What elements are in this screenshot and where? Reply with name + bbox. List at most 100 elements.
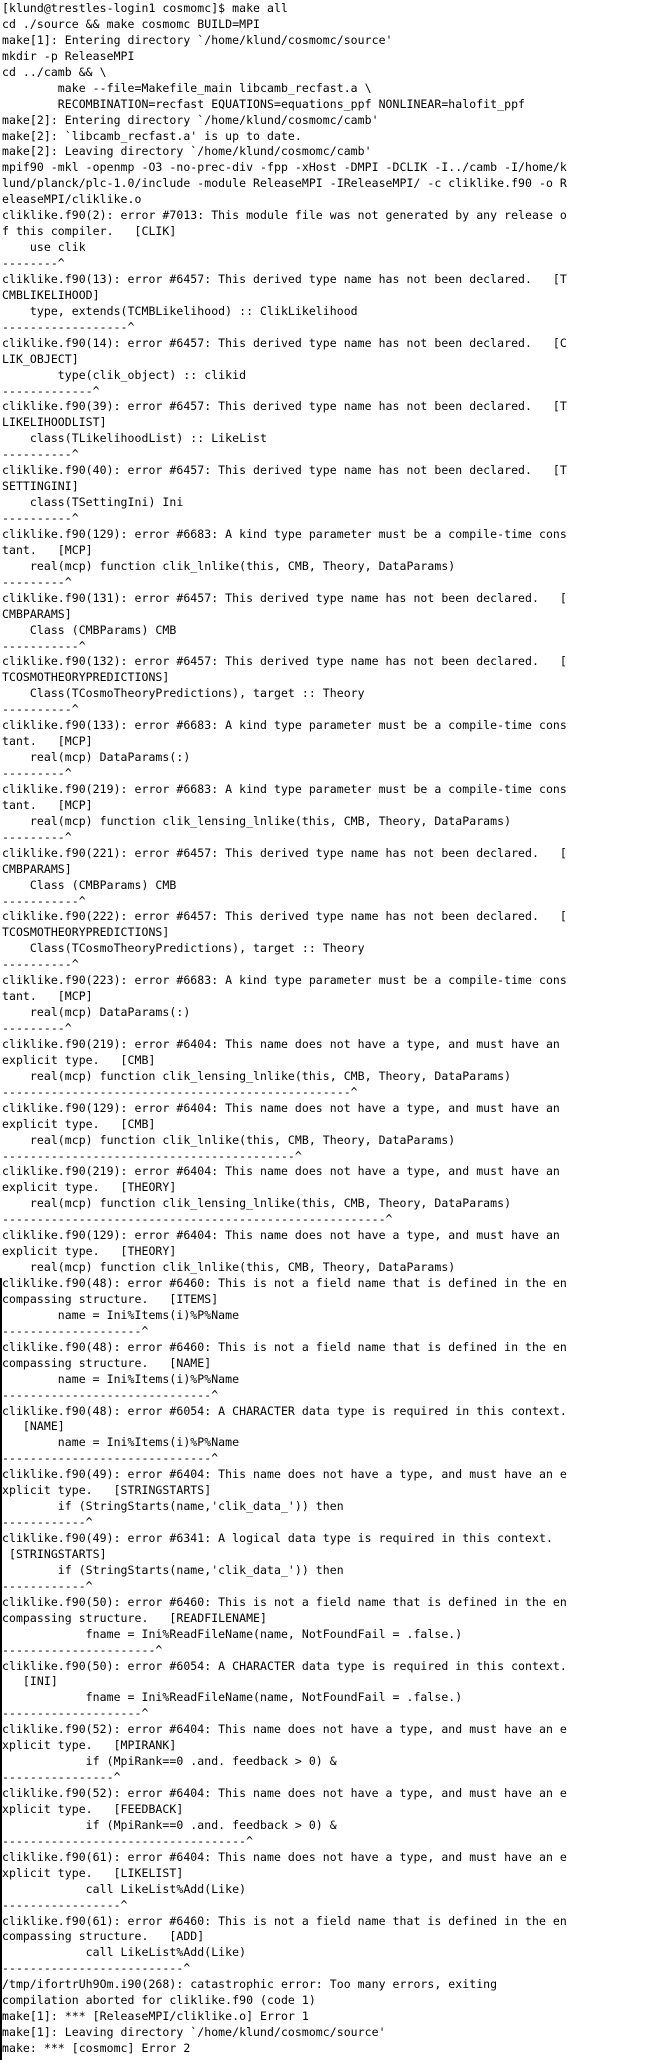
terminal-line: make[1]: Leaving directory `/home/klund/… xyxy=(2,2025,386,2040)
terminal-line: --------^ xyxy=(2,256,65,270)
terminal-line: -----------------^ xyxy=(2,1897,128,1912)
terminal-line: xplicit type. [LIKELIST] xyxy=(2,1865,184,1880)
terminal-line: name = Ini%Items(i)%P%Name xyxy=(2,1307,240,1322)
terminal-line: cliklike.f90(52): error #6404: This name… xyxy=(2,1722,567,1737)
terminal-line: xplicit type. [STRINGSTARTS] xyxy=(2,1483,212,1498)
terminal-line: cliklike.f90(2): error #7013: This modul… xyxy=(2,208,567,223)
terminal-line: xplicit type. [MPIRANK] xyxy=(2,1738,177,1753)
terminal-line: compassing structure. [READFILENAME] xyxy=(2,1610,267,1625)
terminal-line: cliklike.f90(219): error #6404: This nam… xyxy=(2,1164,560,1179)
terminal-line: explicit type. [CMB] xyxy=(2,1052,156,1067)
terminal-line: if (MpiRank==0 .and. feedback > 0) & xyxy=(2,1754,337,1769)
terminal-line: -----------^ xyxy=(2,638,86,653)
terminal-line: Class (CMBParams) CMB xyxy=(2,877,177,892)
terminal-line: CMBLIKELIHOOD] xyxy=(2,287,100,302)
terminal-line: ----------^ xyxy=(2,511,79,525)
terminal-line: if (MpiRank==0 .and. feedback > 0) & xyxy=(2,1817,337,1832)
terminal-line: compassing structure. [NAME] xyxy=(2,1355,212,1370)
terminal-window[interactable]: [klund@trestles-login1 cosmomc]$ make al… xyxy=(0,0,664,2060)
terminal-line: ----------------------------------------… xyxy=(2,1212,393,1227)
terminal-line: real(mcp) DataParams(:) xyxy=(2,1005,191,1020)
terminal-line: TCOSMOTHEORYPREDICTIONS] xyxy=(2,925,170,940)
terminal-line: explicit type. [THEORY] xyxy=(2,1244,177,1259)
terminal-line: class(TSettingIni) Ini xyxy=(2,495,184,510)
terminal-line: -----------^ xyxy=(2,893,86,908)
terminal-line: [klund@trestles-login1 cosmomc]$ make al… xyxy=(2,1,288,15)
terminal-line: ---------^ xyxy=(2,829,72,844)
terminal-line: compassing structure. [ADD] xyxy=(2,1929,205,1944)
terminal-line: ---------^ xyxy=(2,574,72,589)
terminal-line: real(mcp) function clik_lensing_lnlike(t… xyxy=(2,1196,512,1211)
terminal-line: ----------^ xyxy=(2,702,79,717)
terminal-line: --------------------------^ xyxy=(2,1961,191,1976)
terminal-line: type(clik_object) :: clikid xyxy=(2,367,247,382)
terminal-line: make[2]: `libcamb_recfast.a' is up to da… xyxy=(2,128,302,143)
terminal-line: cliklike.f90(48): error #6460: This is n… xyxy=(2,1276,567,1290)
terminal-line: cliklike.f90(132): error #6457: This der… xyxy=(2,654,567,669)
terminal-output: [klund@trestles-login1 cosmomc]$ make al… xyxy=(2,1,567,2057)
terminal-line: cliklike.f90(49): error #6341: A logical… xyxy=(2,1531,553,1545)
terminal-line: real(mcp) function clik_lnlike(this, CMB… xyxy=(2,558,456,573)
terminal-line: class(TLikelihoodList) :: LikeList xyxy=(2,431,267,446)
terminal-line: xplicit type. [FEEDBACK] xyxy=(2,1801,184,1816)
terminal-line: cliklike.f90(50): error #6460: This is n… xyxy=(2,1594,567,1609)
terminal-line: ------------------^ xyxy=(2,319,135,334)
terminal-line: real(mcp) function clik_lensing_lnlike(t… xyxy=(2,813,512,828)
terminal-line: ----------------^ xyxy=(2,1770,121,1785)
terminal-line: real(mcp) DataParams(:) xyxy=(2,750,191,765)
terminal-line: cd ../camb && \ xyxy=(2,64,107,79)
terminal-line: compilation aborted for cliklike.f90 (co… xyxy=(2,1993,316,2008)
terminal-line: make[1]: *** [ReleaseMPI/cliklike.o] Err… xyxy=(2,2009,309,2024)
terminal-line: cliklike.f90(13): error #6457: This deri… xyxy=(2,271,567,286)
terminal-line: make[2]: Entering directory `/home/klund… xyxy=(2,112,379,127)
terminal-line: make: *** [cosmomc] Error 2 xyxy=(2,2041,191,2055)
terminal-line: [INI] xyxy=(2,1674,58,1689)
terminal-line: real(mcp) function clik_lnlike(this, CMB… xyxy=(2,1132,456,1147)
terminal-line: real(mcp) function clik_lensing_lnlike(t… xyxy=(2,1068,512,1083)
terminal-line: tant. [MCP] xyxy=(2,734,93,749)
terminal-line: TCOSMOTHEORYPREDICTIONS] xyxy=(2,670,170,685)
terminal-line: ----------------------------------------… xyxy=(2,1148,302,1163)
terminal-line: cliklike.f90(40): error #6457: This deri… xyxy=(2,463,567,478)
terminal-line: CMBPARAMS] xyxy=(2,861,72,876)
terminal-line: LIKELIHOODLIST] xyxy=(2,415,107,430)
terminal-line: make[2]: Leaving directory `/home/klund/… xyxy=(2,144,372,159)
terminal-line: name = Ini%Items(i)%P%Name xyxy=(2,1435,240,1450)
terminal-line: cliklike.f90(223): error #6683: A kind t… xyxy=(2,973,567,988)
terminal-line: cliklike.f90(133): error #6683: A kind t… xyxy=(2,718,567,733)
terminal-line: cliklike.f90(48): error #6054: A CHARACT… xyxy=(2,1403,567,1418)
terminal-line: CMBPARAMS] xyxy=(2,606,72,621)
terminal-line: cliklike.f90(219): error #6404: This nam… xyxy=(2,1036,560,1051)
terminal-line: cliklike.f90(39): error #6457: This deri… xyxy=(2,399,567,414)
terminal-line: ----------------------^ xyxy=(2,1642,163,1657)
terminal-line: f this compiler. [CLIK] xyxy=(2,224,177,239)
terminal-line: SETTINGINI] xyxy=(2,479,79,494)
terminal-line: [NAME] xyxy=(2,1419,65,1434)
terminal-line: tant. [MCP] xyxy=(2,542,93,557)
terminal-line: explicit type. [THEORY] xyxy=(2,1180,177,1195)
terminal-line: cliklike.f90(50): error #6054: A CHARACT… xyxy=(2,1658,567,1673)
terminal-line: if (StringStarts(name,'clik_data_')) the… xyxy=(2,1499,344,1514)
terminal-line: ---------^ xyxy=(2,766,72,780)
terminal-line: cd ./source && make cosmomc BUILD=MPI xyxy=(2,16,261,31)
terminal-line: make[1]: Entering directory `/home/klund… xyxy=(2,32,393,47)
terminal-line: lund/planck/plc-1.0/include -module Rele… xyxy=(2,176,567,191)
terminal-line: cliklike.f90(129): error #6404: This nam… xyxy=(2,1228,560,1243)
terminal-line: Class(TCosmoTheoryPredictions), target :… xyxy=(2,686,365,701)
terminal-line: name = Ini%Items(i)%P%Name xyxy=(2,1371,240,1386)
terminal-line: cliklike.f90(129): error #6683: A kind t… xyxy=(2,526,567,541)
terminal-line: ------------^ xyxy=(2,1515,93,1530)
terminal-line: --------------------^ xyxy=(2,1323,149,1338)
terminal-line: ---------^ xyxy=(2,1021,72,1035)
terminal-line: cliklike.f90(52): error #6404: This name… xyxy=(2,1786,567,1800)
terminal-line: --------------------^ xyxy=(2,1706,149,1721)
terminal-line: ------------^ xyxy=(2,1578,93,1593)
terminal-line: explicit type. [CMB] xyxy=(2,1116,156,1131)
terminal-line: Class(TCosmoTheoryPredictions), target :… xyxy=(2,941,365,956)
terminal-line: mkdir -p ReleaseMPI xyxy=(2,48,135,63)
terminal-line: eleaseMPI/cliklike.o xyxy=(2,192,142,207)
terminal-line: fname = Ini%ReadFileName(name, NotFoundF… xyxy=(2,1690,463,1705)
terminal-line: ------------------------------^ xyxy=(2,1451,219,1466)
terminal-line: ----------------------------------------… xyxy=(2,1084,358,1099)
terminal-line: use clik xyxy=(2,240,86,255)
